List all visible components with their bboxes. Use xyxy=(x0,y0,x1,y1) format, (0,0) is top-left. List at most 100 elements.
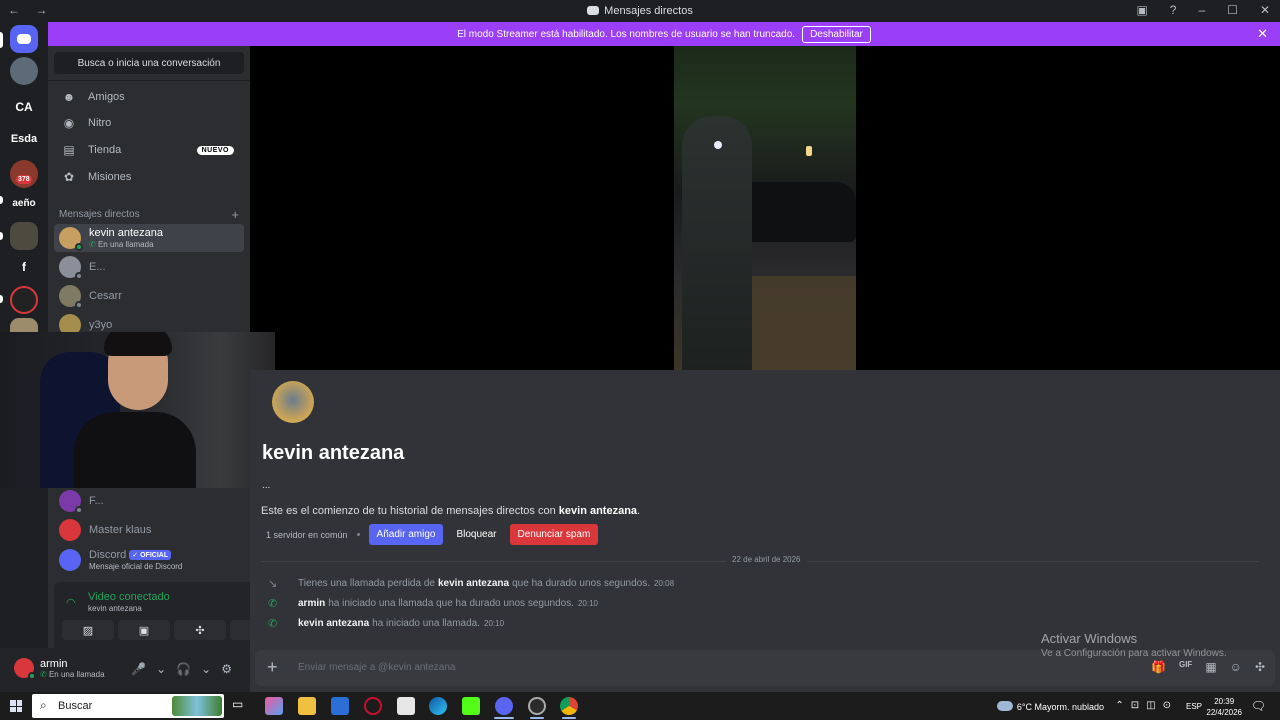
server-aeno[interactable]: aeño xyxy=(9,189,39,217)
nav-friends[interactable]: ☻ Amigos xyxy=(54,84,244,110)
activities-button[interactable]: ✣ xyxy=(174,620,226,640)
microphone-icon[interactable]: 🎤 xyxy=(131,662,146,676)
message-author[interactable]: kevin antezana xyxy=(298,618,369,629)
sticker-icon[interactable]: ▦ xyxy=(1205,660,1216,674)
search-icon: ⌕ xyxy=(40,698,47,712)
message-author[interactable]: armin xyxy=(298,598,325,609)
dm-item-f[interactable]: F... xyxy=(54,487,244,515)
message-author[interactable]: kevin antezana xyxy=(438,578,509,589)
server-esda[interactable]: Esda xyxy=(9,125,39,153)
phone-icon: ✆ xyxy=(40,670,47,679)
separator-dot xyxy=(356,533,360,536)
dm-name: E... xyxy=(89,261,106,273)
gif-icon[interactable]: GIF xyxy=(1179,660,1192,674)
add-friend-button[interactable]: Añadir amigo xyxy=(368,524,444,545)
chevron-down-icon[interactable]: ⌄ xyxy=(156,662,166,676)
webcam-person-hair xyxy=(104,332,172,356)
voice-channel: kevin antezana xyxy=(88,604,142,613)
quests-icon: ✿ xyxy=(63,170,75,184)
selected-pill xyxy=(0,32,3,48)
video-ground xyxy=(734,276,856,370)
report-spam-button[interactable]: Denunciar spam xyxy=(509,524,599,545)
screen-share-button[interactable]: ▣ xyxy=(118,620,170,640)
attach-plus-icon[interactable]: + xyxy=(267,657,278,678)
language-indicator[interactable]: ESP xyxy=(1186,702,1202,711)
close-banner-icon[interactable]: ✕ xyxy=(1257,26,1268,42)
gear-icon[interactable]: ⚙ xyxy=(221,662,232,676)
server-avatar-4[interactable] xyxy=(10,286,38,314)
nav-nitro[interactable]: ◉ Nitro xyxy=(54,110,244,136)
create-dm-icon[interactable]: + xyxy=(231,207,239,222)
clock[interactable]: 20:39 22/4/2026 xyxy=(1206,696,1242,718)
user-avatar[interactable] xyxy=(14,658,36,680)
maximize-button[interactable]: ☐ xyxy=(1227,3,1238,17)
notifications-icon[interactable]: 🗨 xyxy=(1251,699,1266,713)
connection-icon: ◠ xyxy=(66,597,76,609)
dm-name: Discord xyxy=(89,549,127,561)
screen-share-icon[interactable]: ▣ xyxy=(1136,3,1147,17)
activate-title: Activar Windows xyxy=(1041,631,1138,646)
nav-quests[interactable]: ✿ Misiones xyxy=(54,164,244,190)
apps-icon[interactable]: ✣ xyxy=(1255,660,1265,674)
help-icon[interactable]: ? xyxy=(1170,3,1177,17)
dm-item-master-klaus[interactable]: Master klaus xyxy=(54,516,244,544)
nav-friends-label: Amigos xyxy=(88,91,125,103)
profile-avatar[interactable] xyxy=(272,381,314,423)
chevron-down-icon[interactable]: ⌄ xyxy=(201,662,211,676)
status-indicator xyxy=(75,243,83,251)
direct-messages-home-button[interactable] xyxy=(10,25,38,53)
window-controls: ▣ ? – ☐ ✕ xyxy=(1136,3,1270,17)
user-name: armin xyxy=(40,658,68,670)
phone-icon: ✆ xyxy=(89,240,96,249)
avatar xyxy=(59,490,83,514)
clock-date: 22/4/2026 xyxy=(1206,708,1242,717)
search-input[interactable]: Busca o inicia una conversación xyxy=(54,52,244,74)
server-f[interactable]: f xyxy=(10,253,38,281)
minimize-button[interactable]: – xyxy=(1198,3,1205,17)
chrome-icon[interactable] xyxy=(560,697,578,715)
file-explorer-icon[interactable] xyxy=(298,697,316,715)
gift-icon[interactable]: 🎁 xyxy=(1151,660,1166,674)
dm-item-e[interactable]: E... xyxy=(54,253,244,281)
mutual-servers-link[interactable]: 1 servidor en común xyxy=(266,530,348,540)
dm-item-cesarr[interactable]: Cesarr xyxy=(54,282,244,310)
server-avatar-2[interactable]: 378 xyxy=(10,160,38,188)
dm-item-discord[interactable]: Discord ✓ OFICIAL Mensaje oficial de Disc… xyxy=(54,546,244,574)
edge-icon[interactable] xyxy=(429,697,447,715)
headphones-icon[interactable]: 🎧 xyxy=(176,662,191,676)
tray-icons[interactable]: ⌃⊡◫⊙ xyxy=(1115,700,1178,711)
task-view-icon[interactable]: ▭ xyxy=(232,697,250,715)
block-button[interactable]: Bloquear xyxy=(448,524,505,545)
kick-icon[interactable] xyxy=(462,697,480,715)
nav-shop[interactable]: ▤ Tienda NUEVO xyxy=(54,137,244,163)
taskbar-search[interactable]: ⌕ Buscar xyxy=(32,694,224,718)
obs-icon[interactable] xyxy=(528,697,546,715)
discord-taskbar-icon[interactable] xyxy=(495,697,513,715)
message-input[interactable]: Enviar mensaje a @kevin antezana xyxy=(298,662,455,673)
remote-video-feed[interactable] xyxy=(674,46,856,370)
app-icon[interactable] xyxy=(364,697,382,715)
nav-shop-label: Tienda xyxy=(88,144,122,156)
camera-off-button[interactable]: ▨ xyxy=(62,620,114,640)
server-ca[interactable]: CA xyxy=(10,93,38,121)
profile-username: ... xyxy=(262,480,271,491)
weather-text: 6°C Mayorm. nublado xyxy=(1016,702,1104,712)
copilot-icon[interactable] xyxy=(265,697,283,715)
server-avatar-1[interactable] xyxy=(10,57,38,85)
weather-widget[interactable]: 6°C Mayorm. nublado xyxy=(996,701,1104,712)
profile-name: kevin antezana xyxy=(262,442,405,464)
user-controls: 🎤 ⌄ 🎧 ⌄ ⚙ xyxy=(131,662,232,676)
shop-icon: ▤ xyxy=(63,143,75,157)
composer-tools: 🎁 GIF ▦ ☺ ✣ xyxy=(1151,660,1265,674)
server-avatar-3[interactable] xyxy=(10,222,38,250)
dm-item-kevin-antezana[interactable]: kevin antezana ✆ En una llamada xyxy=(54,224,244,252)
mail-icon[interactable] xyxy=(397,697,415,715)
store-icon[interactable] xyxy=(331,697,349,715)
dm-intro-text: Este es el comienzo de tu historial de m… xyxy=(261,505,640,517)
windows-start-icon[interactable] xyxy=(10,700,22,712)
close-window-button[interactable]: ✕ xyxy=(1260,3,1270,17)
dm-section-header: Mensajes directos + xyxy=(59,207,239,222)
emoji-icon[interactable]: ☺ xyxy=(1230,660,1242,674)
disable-streamer-button[interactable]: Deshabilitar xyxy=(802,25,871,43)
unread-pill xyxy=(0,196,3,204)
